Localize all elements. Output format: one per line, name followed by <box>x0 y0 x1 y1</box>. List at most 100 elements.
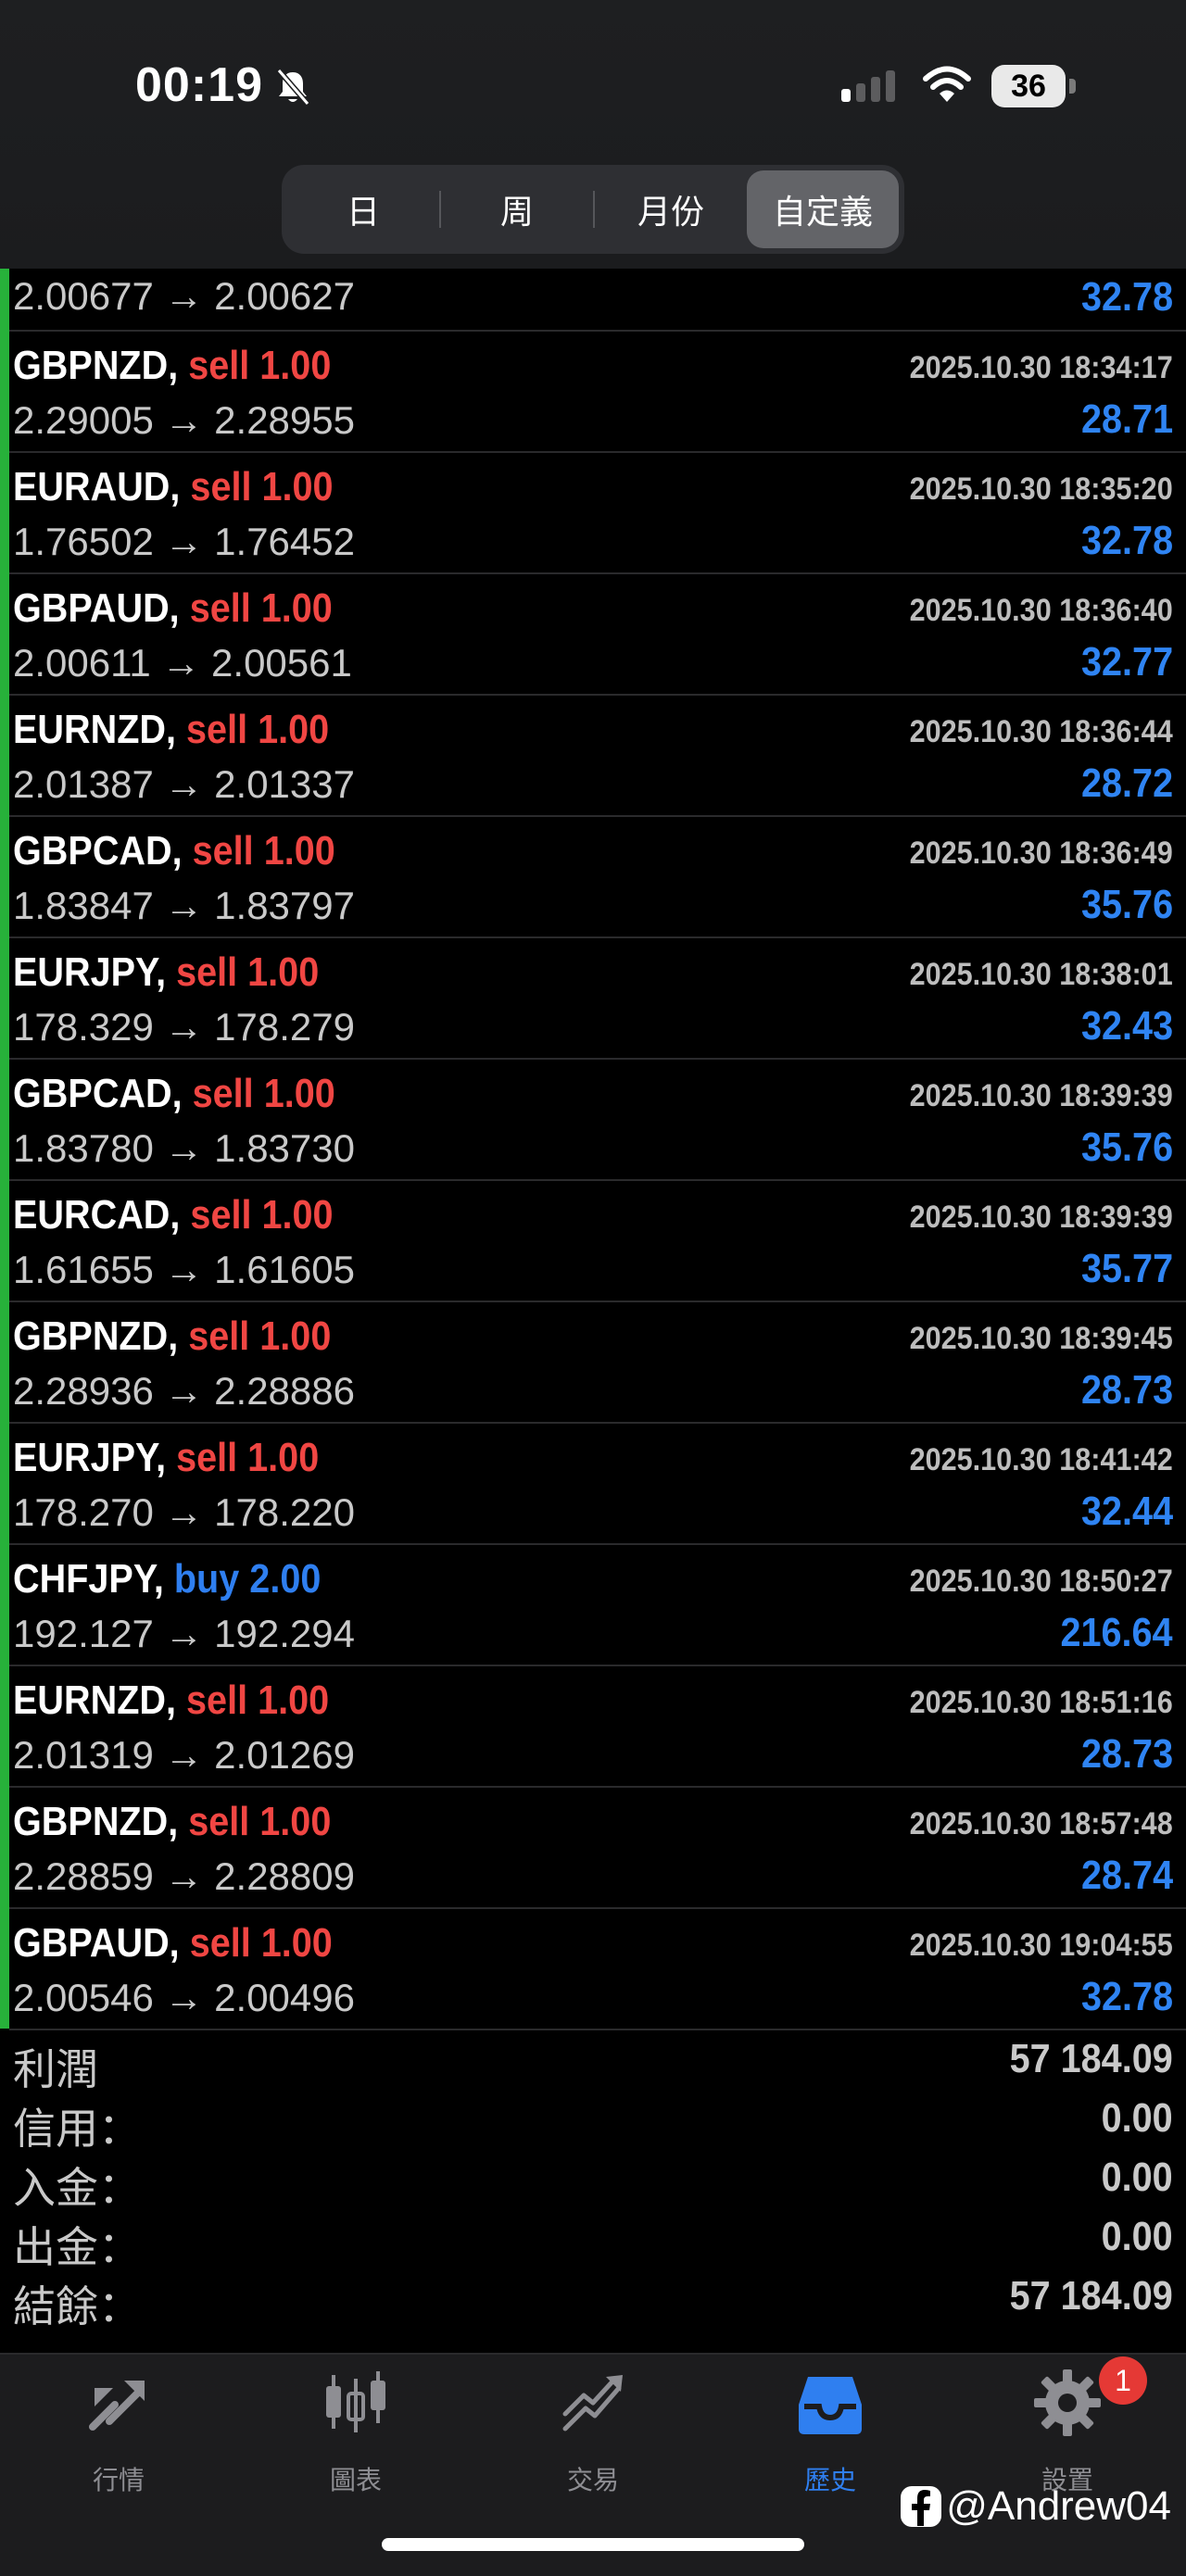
trade-profit: 35.76 <box>1080 882 1173 927</box>
trade-symbol: EURAUD, <box>13 464 181 509</box>
segment-week[interactable]: 周 <box>441 170 593 248</box>
segment-day[interactable]: 日 <box>287 170 439 248</box>
trade-volume: 1.00 <box>260 1920 333 1966</box>
trade-row[interactable]: EURCAD, sell 1.00 2025.10.30 18:39:39 1.61… <box>0 1181 1186 1302</box>
trade-volume: 2.00 <box>249 1556 322 1602</box>
arrow-icon: → <box>164 1005 204 1049</box>
trade-side: sell <box>176 949 238 995</box>
trade-row[interactable]: GBPNZD, sell 1.00 2025.10.30 18:57:48 2.28… <box>0 1788 1186 1909</box>
trade-date: 2025.10.30 18:50:27 <box>909 1564 1173 1599</box>
trade-row[interactable]: EURJPY, sell 1.00 2025.10.30 18:38:01 178.… <box>0 938 1186 1060</box>
trade-prices: 2.28936 → 2.28886 <box>13 1369 355 1414</box>
trade-profit: 28.72 <box>1080 760 1173 806</box>
trade-side: sell <box>190 1192 252 1238</box>
tab-history[interactable]: 歷史 <box>756 2368 904 2497</box>
trade-row[interactable]: GBPNZD, sell 1.00 2025.10.30 18:34:17 2.29… <box>0 332 1186 453</box>
open-price: 2.29005 <box>13 398 154 442</box>
trade-volume: 1.00 <box>261 1192 334 1238</box>
open-price: 2.00546 <box>13 1976 154 2019</box>
trade-profit: 28.73 <box>1080 1367 1173 1413</box>
trade-profit: 35.76 <box>1080 1125 1173 1170</box>
trade-profit: 28.71 <box>1080 396 1173 442</box>
trade-profit: 32.77 <box>1080 639 1173 685</box>
trade-row[interactable]: EURNZD, sell 1.00 2025.10.30 18:51:16 2.01… <box>0 1666 1186 1788</box>
battery-level: 36 <box>991 65 1066 107</box>
trade-row[interactable]: EURJPY, sell 1.00 2025.10.30 18:41:42 178.… <box>0 1424 1186 1545</box>
summary-row-deposit: 入金： 0.00 <box>0 2149 1186 2212</box>
trade-prices: 2.00546 → 2.00496 <box>13 1976 355 2020</box>
summary-row-credit: 信用： 0.00 <box>0 2090 1186 2153</box>
trade-profit: 32.44 <box>1080 1489 1173 1534</box>
trade-side: sell <box>188 1313 250 1359</box>
arrow-icon: → <box>164 1733 204 1777</box>
trade-symbol-line: EURNZD, sell 1.00 <box>13 707 329 753</box>
trade-prices: 2.28859 → 2.28809 <box>13 1854 355 1899</box>
arrow-icon: → <box>164 1126 204 1170</box>
open-price: 2.01319 <box>13 1733 154 1777</box>
trade-date: 2025.10.30 18:34:17 <box>909 350 1173 385</box>
summary-label: 利潤 <box>13 2045 98 2093</box>
trade-prices: 1.83780 → 1.83730 <box>13 1126 355 1171</box>
tab-chart[interactable]: 圖表 <box>282 2368 430 2497</box>
trade-row[interactable]: GBPAUD, sell 1.00 2025.10.30 18:36:40 2.00… <box>0 574 1186 696</box>
summary-row-profit: 利潤 57 184.09 <box>0 2030 1186 2093</box>
summary-value: 57 184.09 <box>1009 2273 1173 2318</box>
close-price: 192.294 <box>214 1612 355 1655</box>
trade-date: 2025.10.30 18:38:01 <box>909 957 1173 992</box>
trade-row[interactable]: GBPCAD, sell 1.00 2025.10.30 18:39:39 1.83… <box>0 1060 1186 1181</box>
trade-row[interactable]: 2.00677 → 2.00627 32.78 <box>0 269 1186 332</box>
segment-custom-label: 自定義 <box>772 193 873 231</box>
open-price: 1.83847 <box>13 884 154 927</box>
trade-row[interactable]: CHFJPY, buy 2.00 2025.10.30 18:50:27 192.1… <box>0 1545 1186 1666</box>
trade-date: 2025.10.30 18:36:40 <box>909 593 1173 628</box>
segment-month[interactable]: 月份 <box>595 170 747 248</box>
arrow-icon: → <box>164 1248 204 1291</box>
close-price: 178.220 <box>214 1490 355 1534</box>
trade-row[interactable]: GBPCAD, sell 1.00 2025.10.30 18:36:49 1.83… <box>0 817 1186 938</box>
trade-volume: 1.00 <box>260 585 333 631</box>
trade-volume: 1.00 <box>259 343 332 388</box>
trade-profit: 28.74 <box>1080 1853 1173 1898</box>
trade-volume: 1.00 <box>259 1313 332 1359</box>
tab-quotes[interactable]: 行情 <box>44 2368 193 2497</box>
notification-badge: 1 <box>1099 2356 1147 2405</box>
segment-custom[interactable]: 自定義 <box>747 170 899 248</box>
trade-symbol-line: GBPAUD, sell 1.00 <box>13 585 333 632</box>
trade-prices: 178.329 → 178.279 <box>13 1005 355 1049</box>
trade-row[interactable]: EURNZD, sell 1.00 2025.10.30 18:36:44 2.01… <box>0 696 1186 817</box>
segment-day-label: 日 <box>346 193 380 231</box>
summary-label: 出金： <box>13 2223 141 2271</box>
trade-symbol-line: GBPNZD, sell 1.00 <box>13 1799 331 1845</box>
trade-volume: 1.00 <box>259 1799 332 1844</box>
trade-row[interactable]: GBPNZD, sell 1.00 2025.10.30 18:39:45 2.28… <box>0 1302 1186 1424</box>
trade-volume: 1.00 <box>258 707 330 752</box>
trade-side: sell <box>192 828 254 873</box>
arrow-icon: → <box>164 1369 204 1413</box>
trade-date: 2025.10.30 18:39:39 <box>909 1200 1173 1235</box>
trade-prices: 2.00677 → 2.00627 <box>13 274 355 319</box>
tab-trade[interactable]: 交易 <box>519 2368 667 2497</box>
close-price: 2.00561 <box>211 641 352 685</box>
trade-row[interactable]: GBPAUD, sell 1.00 2025.10.30 19:04:55 2.00… <box>0 1909 1186 2030</box>
trade-symbol: GBPCAD, <box>13 1071 183 1116</box>
trade-symbol-line: EURNZD, sell 1.00 <box>13 1678 329 1724</box>
arrow-icon: → <box>161 641 201 685</box>
open-price: 1.76502 <box>13 520 154 563</box>
open-price: 2.00611 <box>13 641 151 685</box>
trade-side: sell <box>186 707 248 752</box>
arrow-icon: → <box>164 884 204 927</box>
account-summary: 利潤 57 184.09 信用： 0.00 入金： 0.00 出金： 0.00 … <box>0 2030 1186 2350</box>
arrow-icon: → <box>164 1612 204 1655</box>
trade-row[interactable]: EURAUD, sell 1.00 2025.10.30 18:35:20 1.76… <box>0 453 1186 574</box>
trade-symbol: GBPAUD, <box>13 585 180 631</box>
trade-side: sell <box>190 464 252 509</box>
watermark: @Andrew04 <box>900 2479 1171 2534</box>
summary-value: 0.00 <box>1101 2155 1173 2200</box>
close-price: 2.01269 <box>214 1733 355 1777</box>
trade-date: 2025.10.30 19:04:55 <box>909 1928 1173 1963</box>
trade-symbol: EURJPY, <box>13 1435 167 1480</box>
trade-prices: 1.76502 → 1.76452 <box>13 520 355 564</box>
tab-settings[interactable]: 1 設置 <box>993 2356 1147 2497</box>
tab-label: 歷史 <box>803 2466 856 2494</box>
arrow-icon: → <box>164 1854 204 1898</box>
